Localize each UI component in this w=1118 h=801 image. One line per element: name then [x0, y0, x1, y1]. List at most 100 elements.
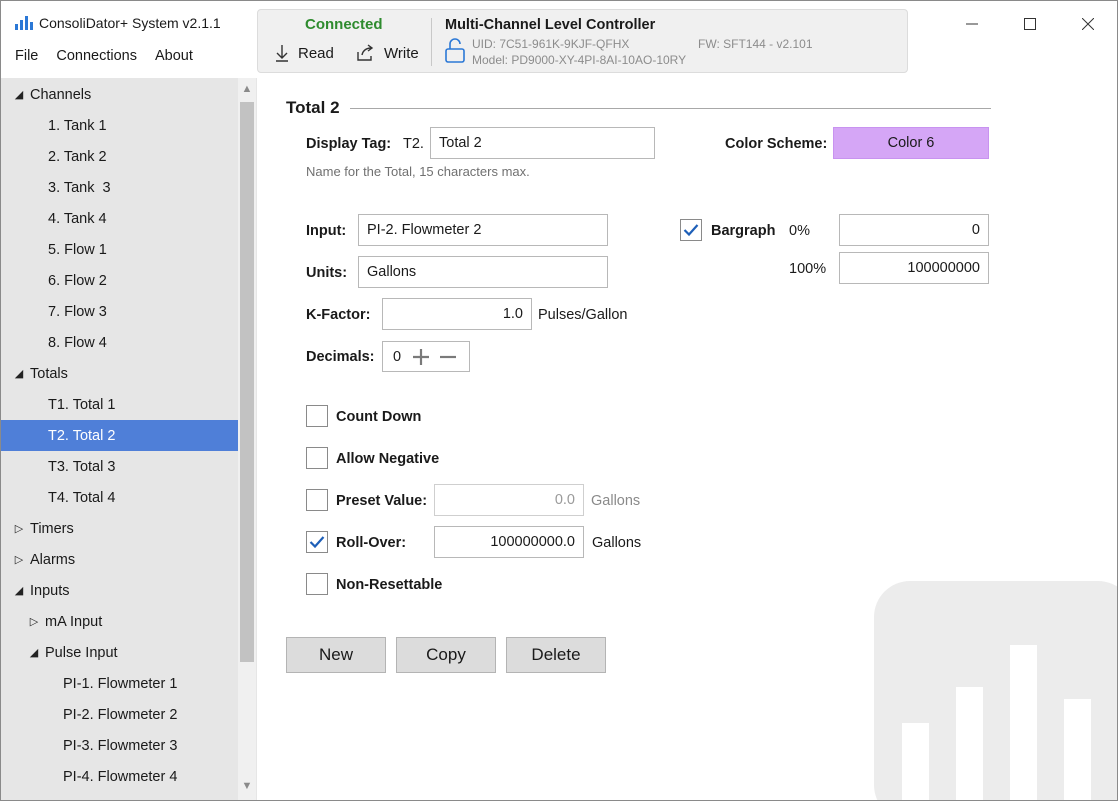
rollover-input[interactable]: 100000000.0: [434, 526, 584, 558]
decimals-stepper[interactable]: 0: [382, 341, 470, 372]
display-tag-label: Display Tag:: [306, 136, 392, 152]
bargraph-max-input[interactable]: 100000000: [839, 252, 989, 284]
tree-item-flow-4[interactable]: 8. Flow 4: [1, 327, 238, 358]
tree-item-label: 3. Tank 3: [48, 179, 111, 196]
close-button[interactable]: [1059, 1, 1117, 47]
sidebar-scrollbar[interactable]: ▲ ▼: [238, 78, 256, 800]
tree-item-label: T1. Total 1: [48, 396, 116, 413]
tree-item-tank-1[interactable]: 1. Tank 1: [1, 110, 238, 141]
display-tag-value: Total 2: [439, 135, 482, 151]
preset-value-checkbox[interactable]: [306, 489, 328, 511]
window-controls: [943, 1, 1117, 47]
scroll-up-arrow-icon[interactable]: ▲: [241, 83, 253, 95]
app-window: ConsoliDator+ System v2.1.1 File Connect…: [0, 0, 1118, 801]
tree-item-flowmeter-2[interactable]: PI-2. Flowmeter 2: [1, 699, 238, 730]
bargraph-min-label: 0%: [789, 223, 810, 239]
kfactor-label: K-Factor:: [306, 307, 371, 323]
bargraph-max-value: 100000000: [907, 260, 980, 276]
menu-bar: File Connections About: [15, 48, 211, 64]
tree-item-flow-1[interactable]: 5. Flow 1: [1, 234, 238, 265]
minimize-button[interactable]: [943, 1, 1001, 47]
menu-file[interactable]: File: [15, 48, 38, 64]
read-button[interactable]: Read: [274, 44, 334, 62]
tree-item-tank-2[interactable]: 2. Tank 2: [1, 141, 238, 172]
count-down-label: Count Down: [336, 409, 422, 425]
tree-item-total-3[interactable]: T3. Total 3: [1, 451, 238, 482]
tree-item-label: 5. Flow 1: [48, 241, 107, 258]
increment-button[interactable]: [412, 348, 430, 366]
tree-group-totals[interactable]: ◢ Totals: [1, 358, 238, 389]
menu-about[interactable]: About: [155, 48, 193, 64]
decimals-label: Decimals:: [306, 349, 375, 365]
tree-group-ma-input[interactable]: ▷ mA Input: [1, 606, 238, 637]
preset-value-input[interactable]: 0.0: [434, 484, 584, 516]
write-label: Write: [384, 44, 419, 62]
plus-icon: [413, 348, 430, 365]
device-model: Model: PD9000-XY-4PI-8AI-10AO-10RY: [472, 53, 687, 67]
scrollbar-thumb[interactable]: [240, 102, 254, 662]
tree-item-label: T4. Total 4: [48, 489, 116, 506]
tree-item-flowmeter-4[interactable]: PI-4. Flowmeter 4: [1, 761, 238, 792]
non-resettable-checkbox[interactable]: [306, 573, 328, 595]
tree-item-label: 1. Tank 1: [48, 117, 107, 134]
allow-negative-checkbox[interactable]: [306, 447, 328, 469]
maximize-icon: [1024, 18, 1036, 30]
kfactor-input[interactable]: 1.0: [382, 298, 532, 330]
input-source-field[interactable]: PI-2. Flowmeter 2: [358, 214, 608, 246]
write-button[interactable]: Write: [356, 44, 419, 62]
bargraph-label: Bargraph: [711, 223, 776, 239]
device-name: Multi-Channel Level Controller: [445, 17, 656, 33]
copy-button[interactable]: Copy: [396, 637, 496, 673]
tree-group-channels[interactable]: ◢ Channels: [1, 79, 238, 110]
allow-negative-label: Allow Negative: [336, 451, 440, 467]
units-field[interactable]: Gallons: [358, 256, 608, 288]
bargraph-checkbox[interactable]: [680, 219, 702, 241]
tree-item-label: 7. Flow 3: [48, 303, 107, 320]
bargraph-min-input[interactable]: 0: [839, 214, 989, 246]
menu-connections[interactable]: Connections: [56, 48, 137, 64]
tree-group-label: Pulse Input: [45, 644, 118, 661]
tree-group-timers[interactable]: ▷ Timers: [1, 513, 238, 544]
new-button[interactable]: New: [286, 637, 386, 673]
rollover-value: 100000000.0: [490, 534, 575, 550]
panel-divider: [431, 18, 432, 66]
preset-value: 0.0: [554, 492, 575, 508]
tree-item-tank-3[interactable]: 3. Tank 3: [1, 172, 238, 203]
maximize-button[interactable]: [1001, 1, 1059, 47]
tree-group-pulse-input[interactable]: ◢ Pulse Input: [1, 637, 238, 668]
color-scheme-label: Color Scheme:: [725, 136, 828, 152]
tree-item-flow-3[interactable]: 7. Flow 3: [1, 296, 238, 327]
app-logo-icon: [15, 15, 33, 31]
count-down-checkbox[interactable]: [306, 405, 328, 427]
read-label: Read: [298, 44, 334, 62]
tree-group-label: Channels: [30, 86, 92, 103]
display-tag-input[interactable]: Total 2: [430, 127, 655, 159]
tree-item-total-2[interactable]: T2. Total 2: [1, 420, 238, 451]
units-value: Gallons: [367, 264, 417, 280]
section-title: Total 2: [286, 98, 340, 117]
rollover-checkbox[interactable]: [306, 531, 328, 553]
tree-item-total-1[interactable]: T1. Total 1: [1, 389, 238, 420]
scroll-down-arrow-icon[interactable]: ▼: [241, 780, 253, 792]
tree-item-total-4[interactable]: T4. Total 4: [1, 482, 238, 513]
tree-item-flowmeter-3[interactable]: PI-3. Flowmeter 3: [1, 730, 238, 761]
tree-item-label: 6. Flow 2: [48, 272, 107, 289]
minimize-icon: [966, 23, 978, 25]
connection-panel: Connected Read Write Multi-Channel Level…: [257, 9, 908, 73]
tree-item-flowmeter-1[interactable]: PI-1. Flowmeter 1: [1, 668, 238, 699]
tree-group-inputs[interactable]: ◢ Inputs: [1, 575, 238, 606]
unlock-icon[interactable]: [445, 38, 465, 64]
tree-item-flow-2[interactable]: 6. Flow 2: [1, 265, 238, 296]
preset-value-unit: Gallons: [591, 493, 641, 509]
collapsed-caret-icon: ▷: [14, 554, 24, 566]
tree-group-alarms[interactable]: ▷ Alarms: [1, 544, 238, 575]
tree-group-label: mA Input: [45, 613, 103, 630]
delete-button[interactable]: Delete: [506, 637, 606, 673]
decrement-button[interactable]: [439, 348, 457, 366]
close-icon: [1082, 18, 1094, 30]
color-scheme-selector[interactable]: Color 6: [833, 127, 989, 159]
non-resettable-label: Non-Resettable: [336, 577, 443, 593]
checkmark-icon: [683, 224, 699, 237]
tree-item-tank-4[interactable]: 4. Tank 4: [1, 203, 238, 234]
share-icon: [357, 44, 374, 61]
